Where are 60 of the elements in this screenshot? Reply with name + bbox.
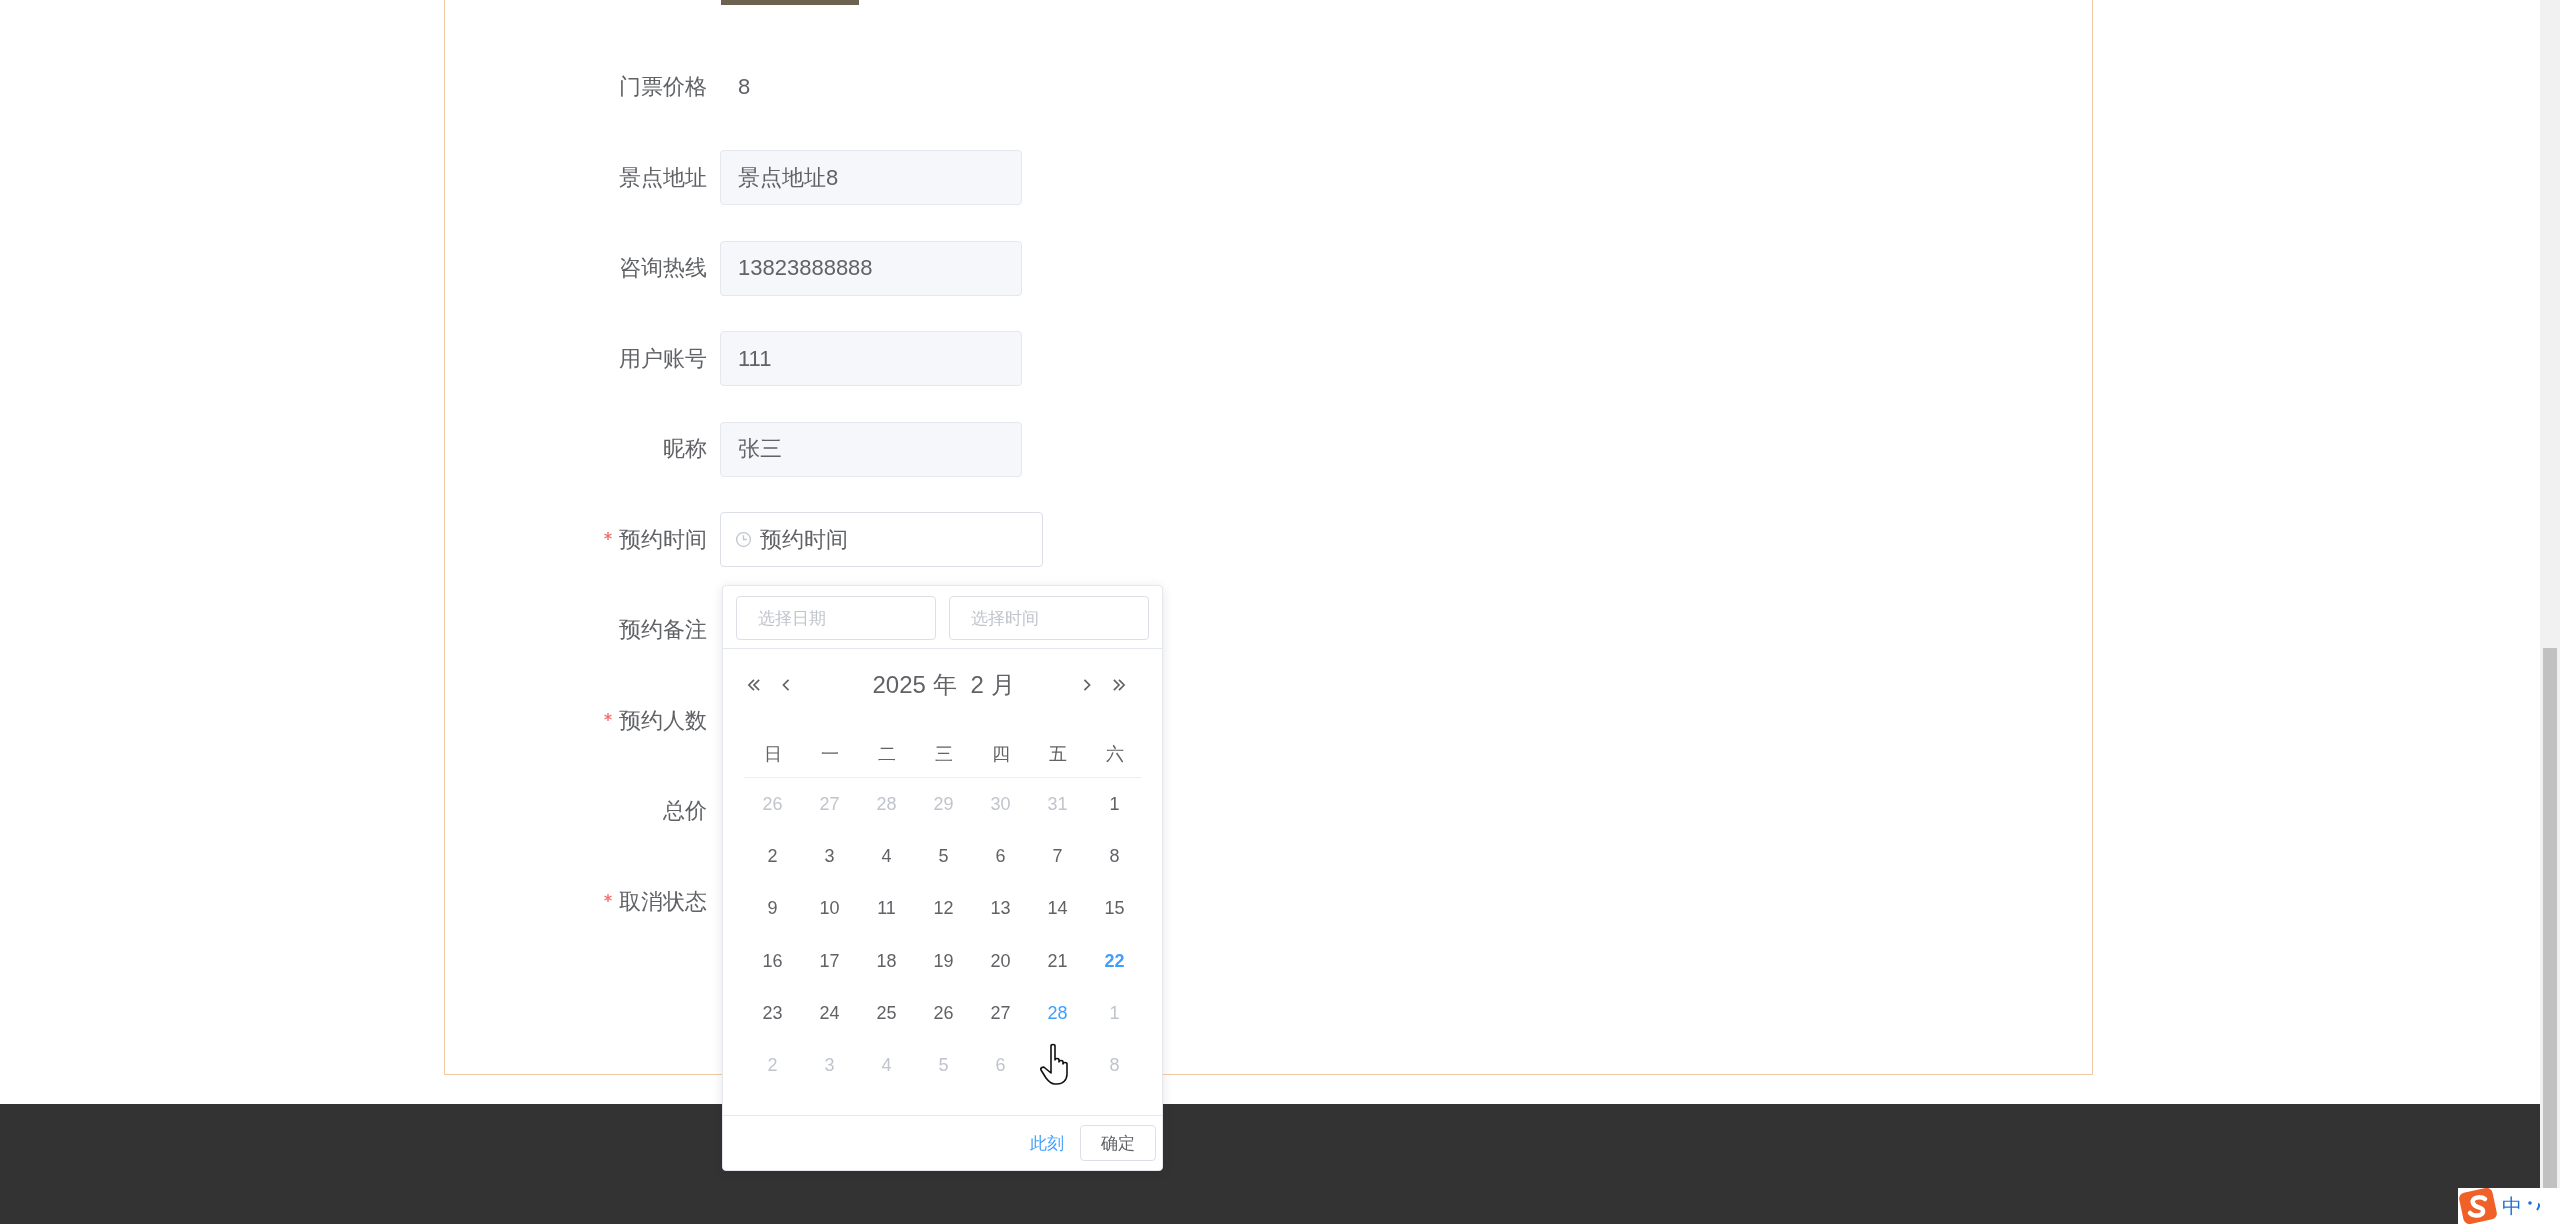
calendar-day[interactable]: 10 (819, 898, 840, 919)
field-label: 预约时间 (619, 525, 707, 554)
field-label: 用户账号 (619, 344, 707, 373)
field-label: 昵称 (663, 435, 707, 463)
input-field[interactable]: 13823888888 (720, 240, 1022, 296)
calendar-day[interactable]: 17 (819, 950, 840, 971)
field-label: 总价 (663, 797, 707, 825)
price-value: 8 (737, 74, 751, 100)
input-field[interactable]: 景点地址8 (720, 150, 1022, 205)
confirm-button[interactable]: 确定 (1080, 1125, 1156, 1161)
calendar-day[interactable]: 23 (762, 1002, 783, 1023)
calendar-day[interactable]: 4 (881, 845, 892, 866)
calendar-day[interactable]: 1 (1109, 793, 1120, 814)
ime-indicator[interactable]: 中 (2458, 1188, 2560, 1224)
weekday-header: 一 (819, 743, 840, 766)
calendar-day[interactable]: 7 (1052, 845, 1063, 866)
datetime-value: 预约时间 (760, 525, 848, 554)
calendar-day[interactable]: 16 (762, 950, 783, 971)
calendar-day[interactable]: 19 (933, 950, 954, 971)
ime-logo-icon (2458, 1188, 2498, 1224)
datetime-field[interactable]: 预约时间 (720, 512, 1043, 567)
input-field[interactable]: 111 (720, 331, 1022, 386)
weekday-header: 六 (1104, 743, 1125, 766)
calendar-day[interactable]: 11 (877, 898, 896, 919)
calendar-day[interactable]: 15 (1104, 898, 1125, 919)
calendar-day[interactable]: 18 (876, 950, 897, 971)
calendar-day[interactable]: 24 (819, 1002, 840, 1023)
field-label: 咨询热线 (619, 254, 707, 282)
scrollbar[interactable] (2540, 0, 2560, 1188)
weekday-header: 二 (876, 743, 897, 766)
calendar-day[interactable]: 13 (990, 898, 1011, 919)
ime-mode-label: 中 (2502, 1193, 2522, 1219)
calendar-day[interactable]: 3 (824, 845, 835, 866)
input-field[interactable]: 张三 (720, 421, 1022, 477)
field-label: 景点地址 (619, 163, 707, 192)
field-label: 门票价格 (619, 73, 707, 101)
calendar-day[interactable]: 27 (990, 1002, 1011, 1023)
calendar-day[interactable]: 8 (1109, 845, 1120, 866)
calendar-day[interactable]: 14 (1047, 898, 1068, 919)
field-label: 预约备注 (619, 616, 707, 644)
weekday-header: 三 (933, 743, 954, 766)
weekday-header: 日 (762, 743, 783, 766)
calendar-day[interactable]: 12 (933, 898, 954, 919)
field-label: 预约人数 (619, 706, 707, 735)
calendar-day[interactable]: 5 (938, 845, 949, 866)
month-label[interactable]: 2 月 (970, 669, 1015, 701)
weekday-header: 四 (990, 743, 1011, 766)
calendar-day[interactable]: 9 (767, 898, 778, 919)
calendar-day[interactable]: 6 (995, 845, 1006, 866)
calendar-day[interactable]: 20 (990, 950, 1011, 971)
year-label[interactable]: 2025 年 (872, 669, 957, 701)
calendar-day[interactable]: 21 (1047, 950, 1068, 971)
calendar-day[interactable]: 2 (767, 845, 778, 866)
double-chevron-right-icon[interactable] (1110, 676, 1128, 694)
double-chevron-left-icon[interactable] (745, 676, 763, 694)
clock-icon (735, 531, 752, 548)
calendar-day[interactable]: 26 (933, 1002, 954, 1023)
calendar-day[interactable]: 25 (876, 1002, 897, 1023)
field-label: 取消状态 (619, 887, 707, 916)
weekday-header: 五 (1047, 743, 1068, 766)
